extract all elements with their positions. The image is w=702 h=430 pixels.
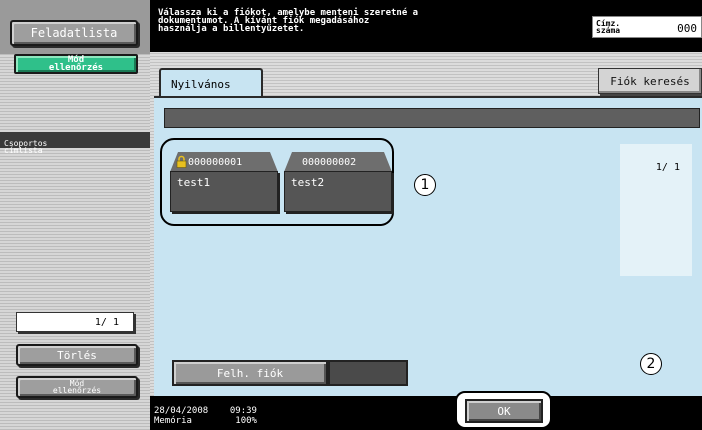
lock-icon <box>176 155 187 168</box>
account-name: test2 <box>291 176 325 189</box>
account-folder[interactable]: 000000001 test1 <box>170 152 278 212</box>
ok-label: OK <box>497 404 511 418</box>
group-address-book-tab[interactable]: Csoportos címlista <box>0 132 150 155</box>
ok-highlight: OK <box>455 391 552 429</box>
status-memory: Memória 100% <box>154 416 257 426</box>
callout-marker-1: 1 <box>414 174 436 196</box>
destination-count-value: 000 <box>677 22 697 35</box>
tab-public[interactable]: Nyilvános <box>159 68 263 98</box>
tab-public-label: Nyilvános <box>171 78 231 91</box>
message-bar: Válassza ki a fiókot, amelybe menteni sz… <box>150 0 702 52</box>
callout-1-text: 1 <box>420 177 430 193</box>
page-indicator-panel: 1/ 1 <box>620 144 692 276</box>
instruction-message: Válassza ki a fiókot, amelybe menteni sz… <box>158 8 419 34</box>
mode-check-top-button[interactable]: Mód ellenőrzés <box>14 54 138 74</box>
callout-2-text: 2 <box>646 356 656 372</box>
destination-count-label: Címz. száma <box>596 19 621 35</box>
status-bar: 28/04/2008 09:39 Memória 100% <box>150 396 702 430</box>
main-area: Nyilvános Fiók keresés 000000001 test1 0… <box>150 52 702 396</box>
account-name: test1 <box>177 176 211 189</box>
account-search-label: Fiók keresés <box>610 74 690 88</box>
task-list-button[interactable]: Feladatlista <box>10 20 138 46</box>
account-number-tab: 000000002 <box>284 152 392 172</box>
group-address-book-label: Csoportos címlista <box>4 139 48 155</box>
mode-check-bottom-button[interactable]: Mód ellenőrzés <box>16 376 138 398</box>
user-account-label: Felh. fiók <box>216 366 284 380</box>
destination-count-box: Címz. száma 000 <box>592 16 702 38</box>
status-datetime: 28/04/2008 09:39 <box>154 406 257 416</box>
callout-marker-2: 2 <box>640 353 662 375</box>
task-list-label: Feladatlista <box>30 26 118 40</box>
page-indicator: 1/ 1 <box>655 162 680 173</box>
account-folder[interactable]: 000000002 test2 <box>284 152 392 212</box>
ok-button[interactable]: OK <box>465 399 543 423</box>
left-pager: 1/ 1 <box>16 312 134 332</box>
mode-check-top-label: Mód ellenőrzés <box>48 55 104 73</box>
account-name-area: test2 <box>284 171 392 212</box>
user-account-field <box>328 360 408 386</box>
account-name-area: test1 <box>170 171 278 212</box>
left-panel: Feladatlista Mód ellenőrzés Csoportos cí… <box>0 0 150 430</box>
input-display-strip <box>164 108 700 128</box>
account-search-button[interactable]: Fiók keresés <box>598 68 702 94</box>
delete-label: Törlés <box>57 348 97 362</box>
account-list-panel: 000000001 test1 000000002 test2 1 1/ 1 F… <box>154 96 702 396</box>
left-pager-text: 1/ 1 <box>94 316 119 328</box>
status-text: 28/04/2008 09:39 Memória 100% <box>154 406 257 426</box>
delete-button[interactable]: Törlés <box>16 344 138 366</box>
mode-check-bottom-label: Mód ellenőrzés <box>52 379 102 395</box>
account-number: 000000002 <box>302 156 357 168</box>
user-account-button[interactable]: Felh. fiók <box>172 360 328 386</box>
account-selection-group: 000000001 test1 000000002 test2 <box>160 138 394 226</box>
account-number: 000000001 <box>188 156 243 168</box>
